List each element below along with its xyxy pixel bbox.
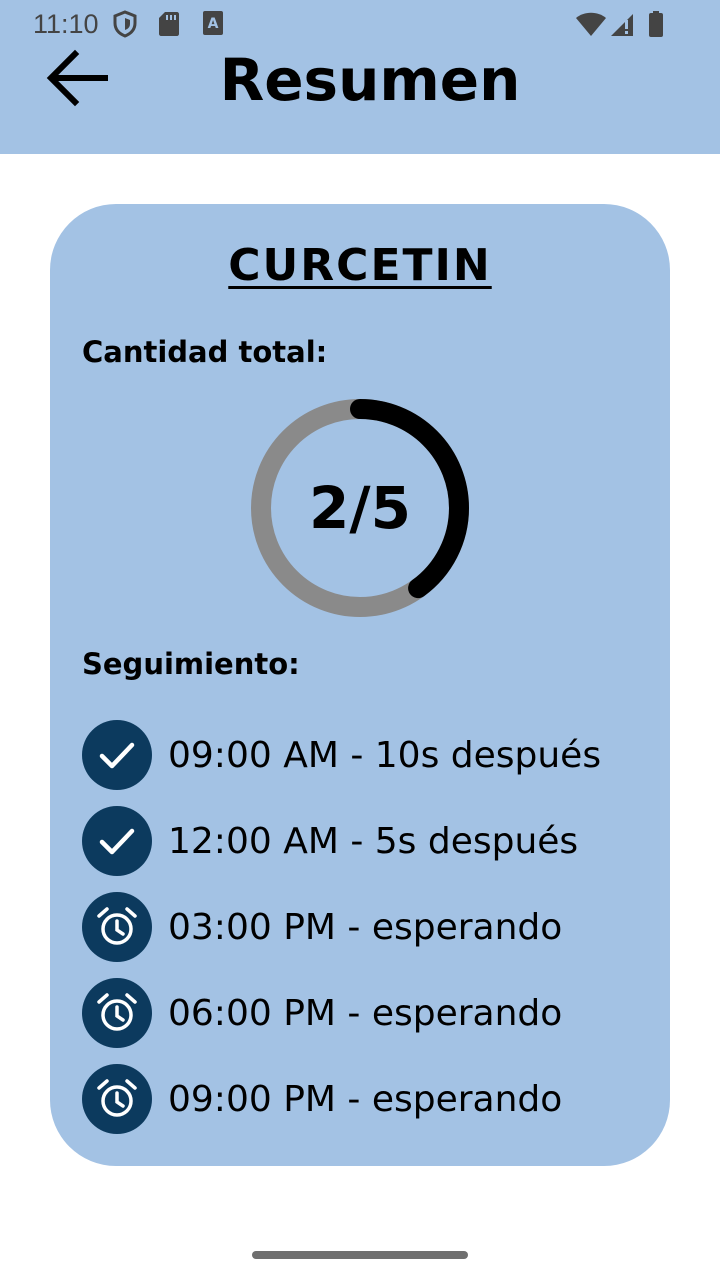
status-time: 11:10 [33,9,99,39]
dose-progress-ring: 2/5 [250,398,470,618]
check-icon [99,742,135,769]
summary-card: CURCETIN Cantidad total: 2/5 Seguimiento… [50,204,670,1166]
alarm-clock-icon [97,993,137,1031]
tracking-text: 03:00 PM - esperando [168,906,563,948]
tracking-item: 09:00 AM - 10s después [82,712,662,798]
status-circle [82,892,152,962]
tracking-text: 12:00 AM - 5s después [168,820,579,862]
status-circle [82,978,152,1048]
alarm-clock-icon [97,1079,137,1117]
status-circle [82,1064,152,1134]
tracking-list: 09:00 AM - 10s después 12:00 AM - 5s des… [82,712,662,1142]
progress-count: 2/5 [309,474,411,542]
alarm-clock-icon [97,907,137,945]
app-bar: 11:10 A Resumen [0,0,720,154]
tracking-text: 06:00 PM - esperando [168,992,563,1034]
font-a-icon: A [203,11,223,35]
tracking-label: Seguimiento: [82,647,300,681]
page-title: Resumen [219,46,521,114]
svg-text:A: A [208,16,219,32]
total-label: Cantidad total: [82,335,328,369]
status-circle [82,720,152,790]
signal-icon [611,14,633,36]
sd-card-icon [159,12,179,36]
status-circle [82,806,152,876]
tracking-text: 09:00 AM - 10s después [168,734,602,776]
tracking-item: 12:00 AM - 5s después [82,798,662,884]
tracking-text: 09:00 PM - esperando [168,1078,563,1120]
shield-icon [113,10,137,38]
tracking-item: 03:00 PM - esperando [82,884,662,970]
battery-icon [649,11,663,37]
medication-name: CURCETIN [228,240,492,291]
tracking-item: 06:00 PM - esperando [82,970,662,1056]
check-icon [99,828,135,855]
home-indicator[interactable] [252,1251,468,1259]
tracking-item: 09:00 PM - esperando [82,1056,662,1142]
wifi-icon [576,12,606,36]
